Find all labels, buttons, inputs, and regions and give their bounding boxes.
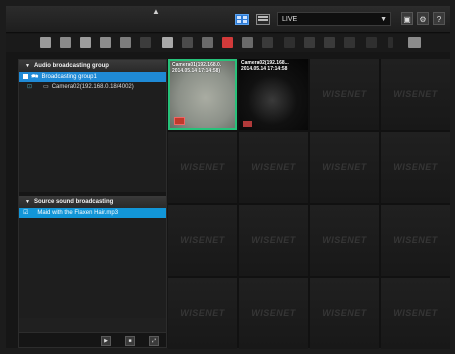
watermark: WISENET	[251, 308, 296, 318]
playback-controls: ▶ ■ ⤢	[19, 332, 166, 347]
layout-view-button[interactable]	[235, 14, 249, 25]
monitor-button[interactable]: ▣	[401, 12, 413, 25]
broadcast-icon: 🗪	[31, 74, 39, 80]
watermark: WISENET	[180, 235, 225, 245]
video-tile-empty[interactable]: WISENET	[381, 132, 450, 203]
video-tile-empty[interactable]: WISENET	[168, 278, 237, 349]
video-tile-empty[interactable]: WISENET	[168, 205, 237, 276]
split-view-icon[interactable]	[60, 37, 71, 48]
camera-label: Camera02(192.168... 2014.05.14 17:14:58	[241, 60, 289, 72]
app-window: ▲ LIVE ▼ ▣ ⚙ ? ▼ Audio broadcasting grou…	[6, 6, 450, 349]
sound-section-title[interactable]: ▼ Source sound broadcasting	[19, 196, 166, 208]
tree-item-broadcasting-group[interactable]: 🗪 Broadcasting group1	[19, 72, 166, 82]
collapse-arrow-icon[interactable]: ▲	[152, 7, 160, 16]
sound-broadcast-pane: ▼ Source sound broadcasting ☑ Maid with th…	[19, 196, 166, 318]
record-indicator-icon	[243, 121, 252, 127]
archive-icon[interactable]	[182, 37, 193, 48]
watermark: WISENET	[393, 162, 438, 172]
audio-section-title[interactable]: ▼ Audio broadcasting group	[19, 60, 166, 72]
collapse-triangle-icon: ▼	[25, 63, 30, 69]
watermark: WISENET	[322, 89, 367, 99]
video-tile-empty[interactable]: WISENET	[310, 132, 379, 203]
audio-icon[interactable]	[262, 37, 273, 48]
video-tile-empty[interactable]: WISENET	[239, 205, 308, 276]
expand-button[interactable]: ⤢	[149, 336, 159, 346]
play-button[interactable]: ▶	[101, 336, 111, 346]
watermark: WISENET	[251, 162, 296, 172]
video-tile-empty[interactable]: WISENET	[310, 205, 379, 276]
mode-select-value: LIVE	[282, 16, 298, 23]
zoom-in-icon[interactable]	[304, 37, 315, 48]
audio-broadcast-pane: ▼ Audio broadcasting group 🗪 Broadcasting …	[19, 60, 166, 192]
watermark: WISENET	[322, 235, 367, 245]
video-tile-empty[interactable]: WISENET	[168, 132, 237, 203]
camera-icon[interactable]	[100, 37, 111, 48]
video-tile-empty[interactable]: WISENET	[381, 59, 450, 130]
camera-icon: ▭	[43, 84, 49, 90]
camera-label: Camera01(192.168.0. 2014.05.14 17:14:58)	[172, 62, 222, 74]
collapse-triangle-icon: ▼	[25, 199, 30, 205]
video-tile-empty[interactable]: WISENET	[310, 59, 379, 130]
video-tile-empty[interactable]: WISENET	[239, 278, 308, 349]
top-bar: ▲ LIVE ▼ ▣ ⚙ ?	[6, 6, 450, 33]
record-icon[interactable]	[222, 37, 233, 48]
lock-icon: ⊡	[27, 84, 33, 90]
video-tile-empty[interactable]: WISENET	[381, 205, 450, 276]
video-tile-camera01[interactable]: Camera01(192.168.0. 2014.05.14 17:14:58)	[168, 59, 237, 130]
video-tile-empty[interactable]: WISENET	[310, 278, 379, 349]
settings-button[interactable]: ⚙	[417, 12, 429, 25]
image-icon[interactable]	[80, 37, 91, 48]
zoom-reset-icon[interactable]	[344, 37, 355, 48]
info-icon[interactable]	[388, 37, 393, 48]
watermark: WISENET	[322, 162, 367, 172]
video-tile-camera02[interactable]: Camera02(192.168... 2014.05.14 17:14:58	[239, 59, 308, 130]
keyboard-icon[interactable]	[408, 37, 421, 48]
lock-icon[interactable]	[162, 37, 173, 48]
record-indicator-icon	[174, 117, 185, 125]
checkbox[interactable]	[23, 73, 28, 79]
video-grid: Camera01(192.168.0. 2014.05.14 17:14:58)…	[168, 59, 450, 349]
layout-grid-icon[interactable]	[40, 37, 51, 48]
video-tile-empty[interactable]: WISENET	[381, 278, 450, 349]
chevron-down-icon: ▼	[380, 16, 387, 23]
mode-select[interactable]: LIVE ▼	[277, 12, 391, 26]
tree-item-camera02[interactable]: ⊡ ▭ Camera02(192.168.0.18/4002)	[19, 82, 166, 92]
sequence-icon[interactable]	[120, 37, 131, 48]
watermark: WISENET	[393, 308, 438, 318]
sun-icon[interactable]	[366, 37, 377, 48]
watermark: WISENET	[393, 235, 438, 245]
sound-file-item[interactable]: ☑ Maid with the Flaxen Hair.mp3	[19, 208, 166, 218]
layout-list-button[interactable]	[256, 14, 270, 25]
stop-button[interactable]: ■	[125, 336, 135, 346]
left-panel: ▼ Audio broadcasting group 🗪 Broadcasting …	[18, 59, 167, 348]
checkbox-icon[interactable]: ☑	[23, 208, 28, 218]
watermark: WISENET	[393, 89, 438, 99]
ptz-icon[interactable]	[284, 37, 295, 48]
toolbar	[6, 34, 450, 52]
watermark: WISENET	[322, 308, 367, 318]
shield-icon[interactable]	[140, 37, 151, 48]
watermark: WISENET	[180, 162, 225, 172]
capture-icon[interactable]	[242, 37, 253, 48]
watermark: WISENET	[251, 235, 296, 245]
watermark: WISENET	[180, 308, 225, 318]
help-button[interactable]: ?	[433, 12, 445, 25]
print-icon[interactable]	[202, 37, 213, 48]
zoom-out-icon[interactable]	[324, 37, 335, 48]
video-tile-empty[interactable]: WISENET	[239, 132, 308, 203]
